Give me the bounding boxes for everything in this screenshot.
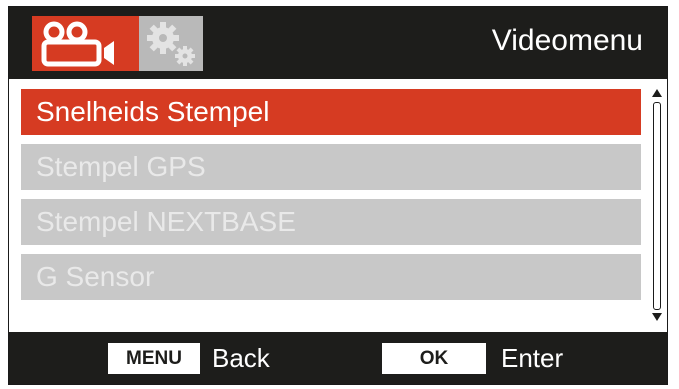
header-bar: Videomenu [9,7,667,79]
menu-item-speed-stamp[interactable]: Snelheids Stempel [21,89,641,135]
tab-video[interactable] [32,16,139,71]
menu-item-nextbase-stamp[interactable]: Stempel NEXTBASE [21,199,641,245]
enter-label: Enter [501,343,564,373]
menu-key[interactable]: MENU [108,343,200,374]
footer-bar: MENU Back OK Enter [9,332,667,384]
scrollbar-track[interactable] [653,102,661,310]
tab-settings[interactable] [139,16,203,71]
scroll-up-arrow-icon [652,89,662,97]
menu-list: Snelheids Stempel Stempel GPS Stempel NE… [21,89,641,309]
menu-item-g-sensor[interactable]: G Sensor [21,254,641,300]
page-title: Videomenu [491,24,643,57]
back-label: Back [212,343,270,373]
menu-item-gps-stamp[interactable]: Stempel GPS [21,144,641,190]
gears-icon [147,22,195,66]
ok-key[interactable]: OK [382,343,486,374]
video-camera-icon [41,21,114,67]
scroll-down-arrow-icon [652,313,662,321]
scrollbar[interactable] [652,89,662,321]
dashcam-screen: Videomenu Snelheids Stempel Stempel GPS … [8,6,668,385]
